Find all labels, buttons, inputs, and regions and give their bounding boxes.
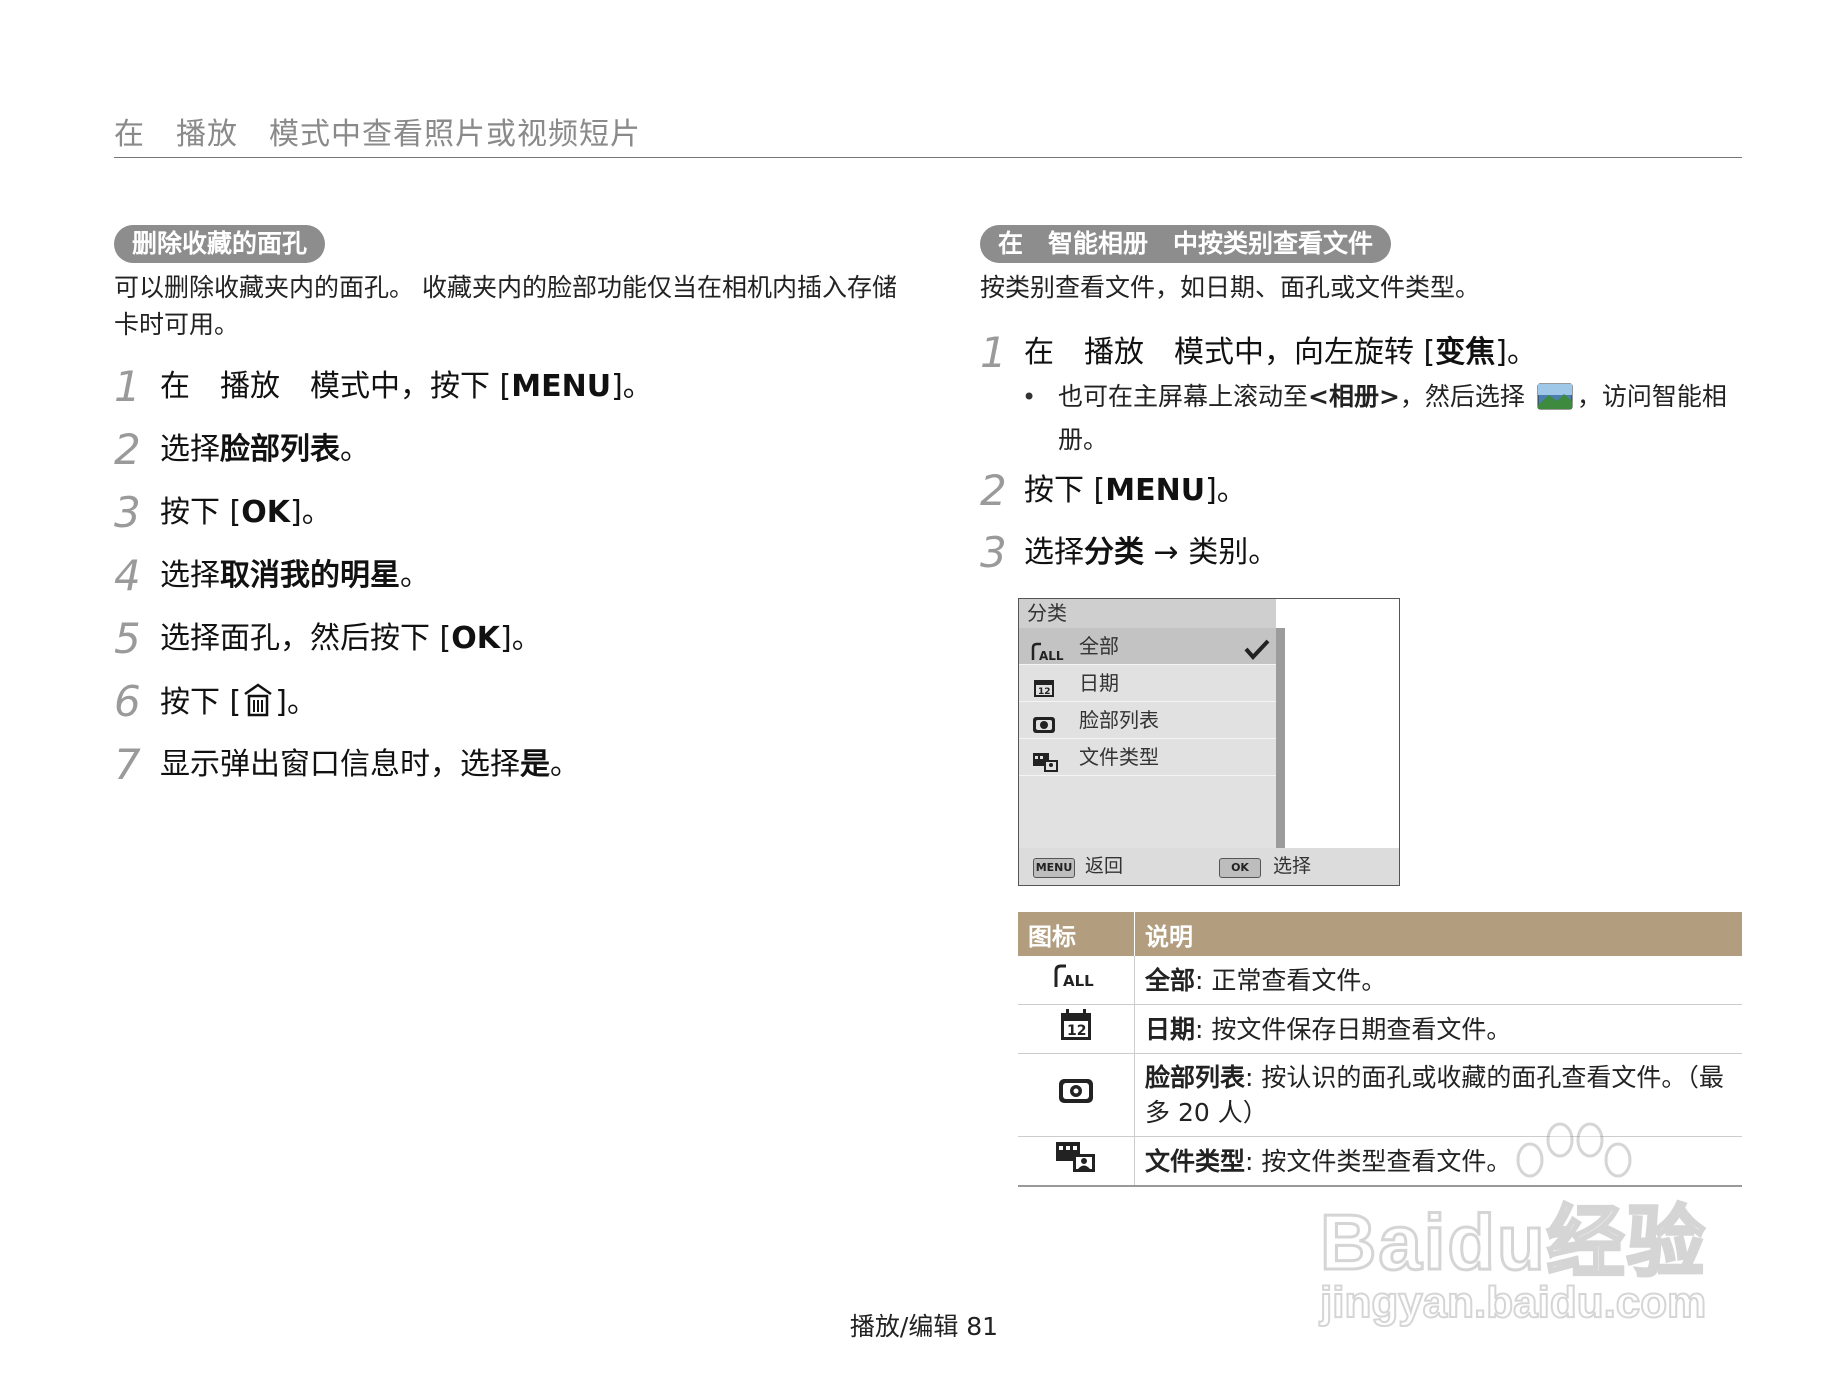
screen-scrollbar xyxy=(1276,628,1285,848)
face-icon xyxy=(1031,711,1061,733)
step-number: 1 xyxy=(980,328,1007,377)
menu-item-face-list[interactable]: 脸部列表 xyxy=(1019,702,1276,739)
bullet-dot: • xyxy=(1022,383,1037,411)
step-text: 显示弹出窗口信息时，选择是。 xyxy=(160,747,580,782)
bullet-text: 也可在主屏幕上滚动至<相册>，然后选择 ，访问智能相册。 xyxy=(1058,381,1727,454)
step-text: 在 播放 模式中，向左旋转 [变焦]。 xyxy=(1024,335,1537,370)
svg-text:12: 12 xyxy=(1067,1023,1086,1039)
menu-button[interactable]: MENU xyxy=(1033,858,1075,878)
step-text: 按下 [ ]。 xyxy=(160,682,317,729)
watermark-logo: Baidu经验 jingyan.baidu.com xyxy=(1310,1110,1740,1350)
svg-text:ALL: ALL xyxy=(1039,649,1064,662)
menu-item-all[interactable]: ALL 全部 xyxy=(1019,628,1276,665)
all-icon: ALL xyxy=(1031,637,1064,663)
camera-screen: 分类 ALL 全部 12 日期 脸部列表 文件类型 MENU 返回 OK 选择 xyxy=(1018,598,1400,886)
all-icon: ALL xyxy=(1053,964,1099,995)
section-title-smart-album: 在 智能相册 中按类别查看文件 xyxy=(980,225,1392,263)
back-label: 返回 xyxy=(1085,855,1124,877)
table-desc: 全部: 正常查看文件。 xyxy=(1134,956,1742,1005)
face-icon xyxy=(1056,1078,1096,1112)
table-header-icon: 图标 xyxy=(1018,912,1135,956)
filetype-icon xyxy=(1031,748,1061,772)
svg-text:12: 12 xyxy=(1038,687,1051,697)
step-text: 选择面孔，然后按下 [OK]。 xyxy=(160,621,542,656)
right-intro: 按类别查看文件，如日期、面孔或文件类型。 xyxy=(980,273,1481,302)
menu-item-date[interactable]: 12 日期 xyxy=(1019,665,1276,702)
step-number: 1 xyxy=(114,362,141,411)
category-menu: ALL 全部 12 日期 脸部列表 文件类型 xyxy=(1019,628,1276,848)
svg-text:ALL: ALL xyxy=(1063,972,1094,989)
step-text: 选择分类 → 类别。 xyxy=(1024,535,1279,570)
filetype-icon xyxy=(1054,1141,1098,1180)
table-row: 12 日期: 按文件保存日期查看文件。 xyxy=(1018,1004,1742,1054)
step-number: 7 xyxy=(114,740,141,789)
step-number: 6 xyxy=(114,677,141,726)
section-title-delete-faces: 删除收藏的面孔 xyxy=(114,225,326,263)
step-text: 按下 [OK]。 xyxy=(160,495,332,530)
step-number: 3 xyxy=(114,488,141,537)
step-text: 选择取消我的明星。 xyxy=(160,558,430,593)
step-text: 按下 [MENU]。 xyxy=(1024,473,1247,508)
page-title: 在 播放 模式中查看照片或视频短片 xyxy=(114,117,641,152)
menu-item-file-type[interactable]: 文件类型 xyxy=(1019,739,1276,776)
left-intro: 可以删除收藏夹内的面孔。 收藏夹内的脸部功能仅当在相机内插入存储卡时可用。 xyxy=(114,273,897,339)
calendar-icon: 12 xyxy=(1056,1008,1096,1048)
album-icon xyxy=(1537,381,1573,421)
step-text: 选择脸部列表。 xyxy=(160,432,370,467)
ok-button[interactable]: OK xyxy=(1219,858,1261,878)
step-number: 4 xyxy=(114,551,141,600)
screen-footer: MENU 返回 OK 选择 xyxy=(1019,848,1399,885)
trash-icon xyxy=(241,682,275,729)
table-header-desc: 说明 xyxy=(1134,912,1742,956)
calendar-icon: 12 xyxy=(1031,674,1061,697)
step-number: 5 xyxy=(114,614,141,663)
step-number: 2 xyxy=(980,466,1007,515)
step-number: 2 xyxy=(114,425,141,474)
select-label: 选择 xyxy=(1273,855,1312,877)
table-desc: 日期: 按文件保存日期查看文件。 xyxy=(1134,1004,1742,1054)
step-text: 在 播放 模式中，按下 [MENU]。 xyxy=(160,369,653,404)
screen-title: 分类 xyxy=(1019,599,1276,628)
page-header: 在 播放 模式中查看照片或视频短片 xyxy=(114,115,1742,158)
step-number: 3 xyxy=(980,528,1007,577)
table-row: ALL 全部: 正常查看文件。 xyxy=(1018,956,1742,1005)
